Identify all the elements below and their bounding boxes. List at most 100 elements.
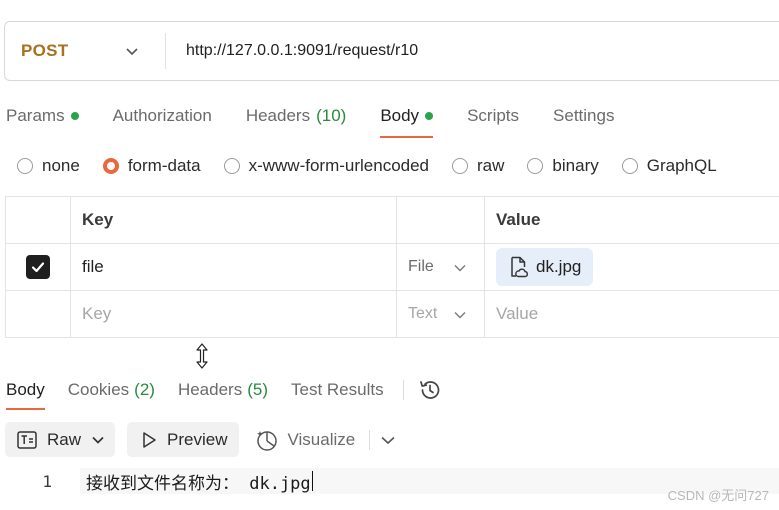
file-chip[interactable]: dk.jpg [496, 248, 594, 286]
chevron-down-icon [92, 436, 104, 444]
radio-label: x-www-form-urlencoded [248, 156, 430, 175]
tab-label: Authorization [112, 106, 212, 125]
visualize-button[interactable]: Visualize [255, 428, 355, 452]
text-caret [311, 471, 314, 491]
text-format-icon [17, 430, 37, 449]
tab-label: Scripts [467, 106, 520, 125]
play-icon [143, 431, 156, 448]
visualize-sparkle-icon [257, 430, 278, 451]
line-number: 1 [42, 471, 52, 491]
new-key-cell[interactable]: Key [70, 291, 396, 337]
tab-label: Body [6, 380, 45, 399]
radio-form-data[interactable]: form-data [102, 156, 201, 176]
method-select[interactable]: POST [5, 22, 165, 80]
radio-label: form-data [127, 156, 201, 175]
chevron-down-icon [454, 265, 466, 272]
tab-settings[interactable]: Settings [553, 104, 614, 128]
tab-label: Settings [553, 106, 615, 125]
chevron-down-icon [126, 48, 138, 56]
tab-label: Body [380, 106, 420, 125]
chevron-down-icon [454, 312, 466, 319]
method-divider [165, 33, 166, 69]
tab-label: Headers [245, 106, 311, 125]
row-check-cell [5, 291, 70, 337]
format-label: Raw [47, 429, 82, 449]
tab-scripts[interactable]: Scripts [467, 104, 519, 128]
radio-binary[interactable]: binary [527, 156, 599, 176]
tab-label: Params [6, 106, 65, 125]
tab-params[interactable]: Params [6, 104, 79, 128]
row-type: File [408, 258, 434, 275]
table-row-empty: Key Text Value [5, 291, 779, 338]
radio-circle-icon[interactable] [452, 158, 469, 174]
response-tabs: Body Cookies (2) Headers (5) Test Result… [6, 378, 442, 410]
response-tab-body[interactable]: Body [6, 379, 45, 410]
modified-dot-icon [70, 112, 79, 120]
tab-count: (2) [134, 380, 155, 399]
row-key: file [82, 257, 104, 276]
checkmark-icon [31, 262, 45, 273]
radio-none[interactable]: none [17, 156, 80, 176]
radio-circle-icon[interactable] [223, 158, 240, 174]
method-label: POST [21, 41, 69, 60]
history-button[interactable] [418, 378, 442, 402]
preview-label: Preview [167, 429, 228, 449]
form-data-table: Key Value file File dk.jpg Key Text Valu… [5, 196, 779, 338]
row-check-cell [5, 244, 70, 290]
response-tab-test-results[interactable]: Test Results [291, 379, 384, 401]
url-input[interactable] [186, 42, 746, 60]
tabs-divider [402, 380, 404, 400]
response-text: 接收到文件名称为： dk.jpg [86, 473, 311, 494]
response-tab-cookies[interactable]: Cookies (2) [68, 379, 155, 401]
tab-headers[interactable]: Headers (10) [246, 104, 347, 128]
radio-label: GraphQL [646, 156, 717, 175]
key-placeholder: Key [82, 304, 112, 323]
body-type-group: none form-data x-www-form-urlencoded raw… [17, 156, 740, 176]
response-body-editor[interactable]: 1 接收到文件名称为： dk.jpg [0, 468, 779, 494]
tab-authorization[interactable]: Authorization [113, 104, 212, 128]
tab-label: Test Results [291, 380, 384, 399]
radio-circle-icon[interactable] [17, 158, 33, 174]
radio-circle-icon[interactable] [527, 158, 544, 174]
radio-label: none [42, 156, 80, 175]
header-key: Key [70, 197, 396, 243]
tab-count: (10) [316, 106, 347, 125]
preview-button[interactable]: Preview [127, 422, 240, 457]
chevron-down-icon [381, 436, 395, 444]
radio-raw[interactable]: raw [452, 156, 504, 176]
request-tabs: Params Authorization Headers (10) Body S… [6, 104, 648, 138]
format-select-button[interactable]: Raw [5, 422, 116, 457]
tab-label: Headers [177, 380, 243, 399]
row-enabled-checkbox[interactable] [26, 255, 50, 279]
more-options-button[interactable] [380, 434, 396, 446]
table-header-row: Key Value [5, 197, 779, 244]
row-type-select[interactable]: File [396, 244, 484, 290]
response-tab-headers[interactable]: Headers (5) [178, 379, 268, 401]
tab-body[interactable]: Body [380, 104, 434, 138]
watermark: CSDN @无问727 [667, 488, 769, 503]
header-type-cell [396, 197, 484, 243]
tab-count: (5) [247, 380, 268, 399]
radio-selected-icon[interactable] [102, 158, 119, 174]
history-icon [419, 381, 439, 399]
file-name: dk.jpg [536, 257, 582, 276]
resize-cursor-icon [196, 343, 208, 369]
new-value-cell[interactable]: Value [484, 291, 779, 337]
radio-x-www-form-urlencoded[interactable]: x-www-form-urlencoded [223, 156, 430, 176]
value-placeholder: Value [496, 304, 539, 323]
new-type-select[interactable]: Text [396, 291, 484, 337]
file-cloud-icon [511, 256, 528, 278]
radio-circle-icon[interactable] [621, 158, 638, 174]
radio-label: binary [552, 156, 599, 175]
row-key-cell[interactable]: file [70, 244, 396, 290]
response-toolbar: Raw Preview Visualize [5, 422, 396, 457]
modified-dot-icon [425, 112, 434, 120]
request-url-bar: POST [4, 21, 779, 81]
visualize-label: Visualize [287, 429, 356, 449]
new-row-type: Text [408, 305, 438, 322]
header-check-cell [5, 197, 70, 243]
row-value-cell[interactable]: dk.jpg [484, 244, 779, 290]
toolbar-divider [369, 429, 371, 450]
radio-graphql[interactable]: GraphQL [621, 156, 717, 176]
header-value: Value [484, 197, 779, 243]
